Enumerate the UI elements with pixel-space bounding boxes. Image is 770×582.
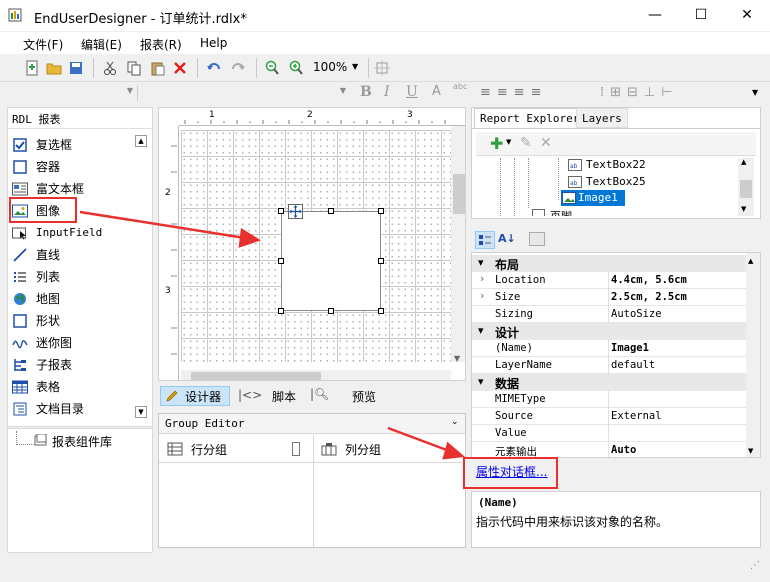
resize-grip-icon[interactable]: ⋰: [750, 560, 760, 571]
designer-window: EndUserDesigner - 订单统计.rdlx* — ☐ ✕ 文件(F)…: [0, 0, 770, 582]
status-strip: [0, 553, 770, 582]
annotation-arrows: [79, 210, 465, 460]
